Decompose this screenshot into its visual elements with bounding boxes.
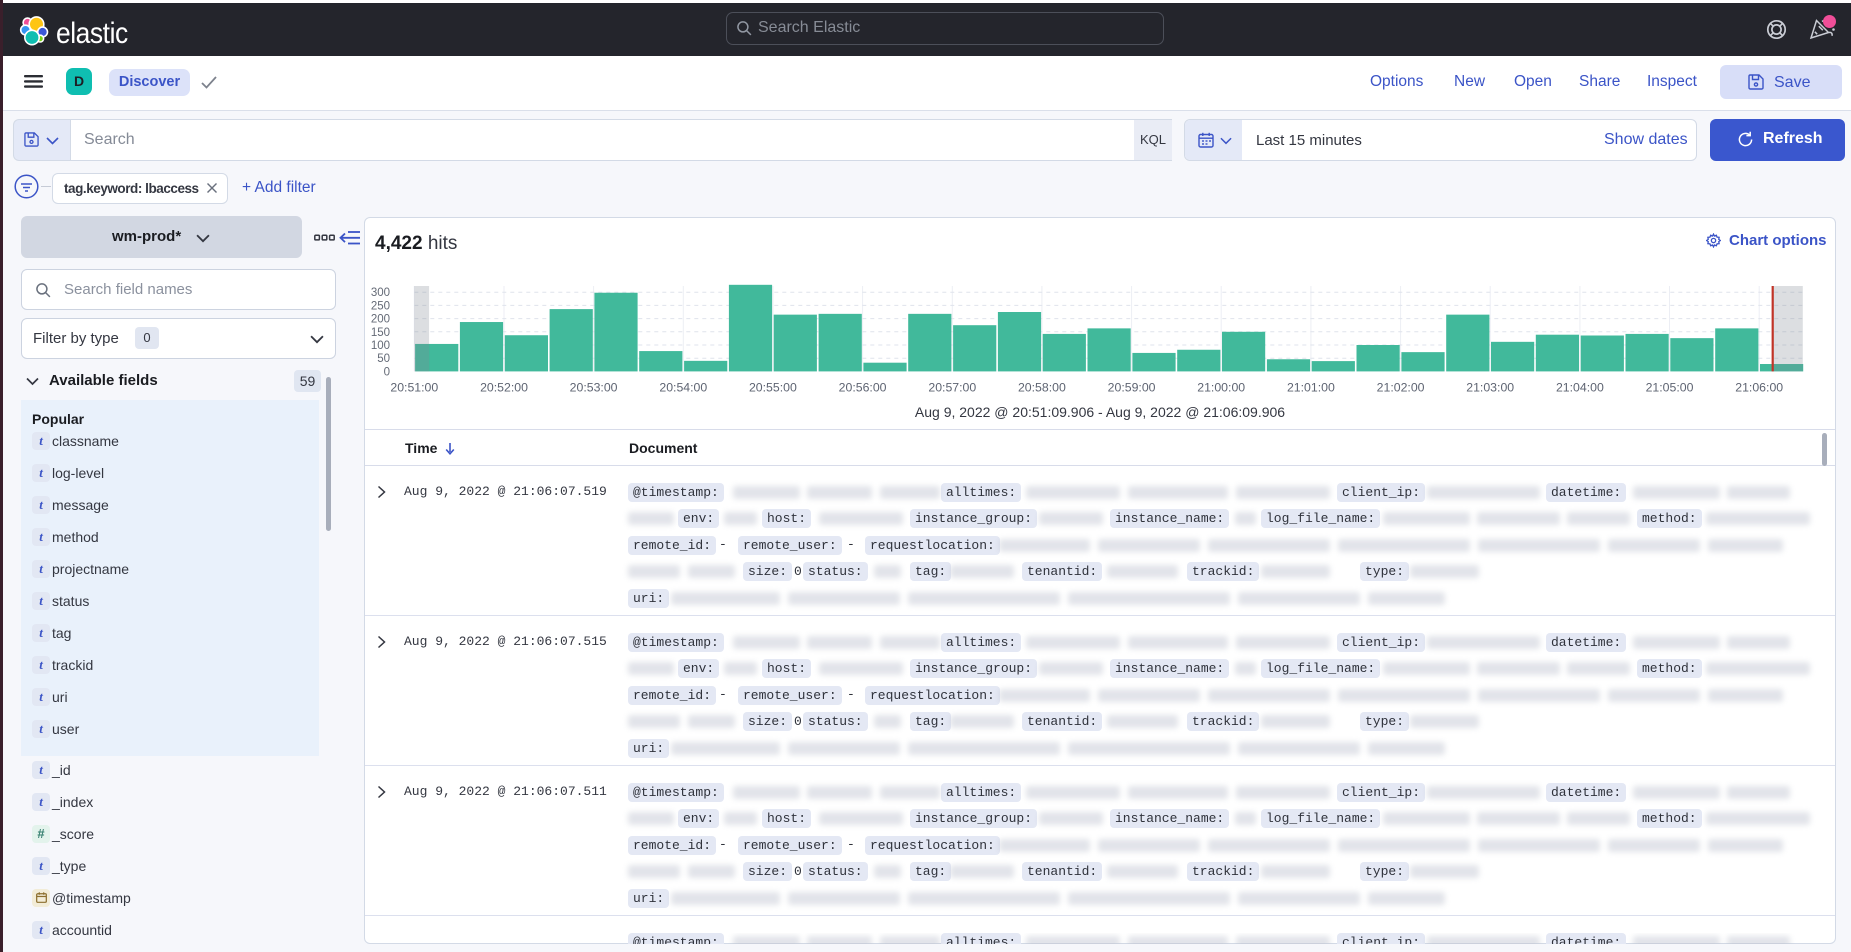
svg-text:21:01:00: 21:01:00	[1287, 381, 1335, 395]
svg-text:21:03:00: 21:03:00	[1466, 381, 1514, 395]
svg-text:200: 200	[371, 314, 390, 326]
svg-text:20:55:00: 20:55:00	[749, 381, 797, 395]
svg-text:20:54:00: 20:54:00	[659, 381, 707, 395]
svg-text:20:58:00: 20:58:00	[1018, 381, 1066, 395]
svg-text:20:53:00: 20:53:00	[570, 381, 618, 395]
svg-text:100: 100	[371, 340, 390, 352]
svg-text:20:52:00: 20:52:00	[480, 381, 528, 395]
svg-text:20:59:00: 20:59:00	[1108, 381, 1156, 395]
svg-text:300: 300	[371, 287, 390, 299]
svg-text:250: 250	[371, 300, 390, 312]
svg-text:21:02:00: 21:02:00	[1377, 381, 1425, 395]
svg-text:21:00:00: 21:00:00	[1197, 381, 1245, 395]
svg-text:20:57:00: 20:57:00	[928, 381, 976, 395]
svg-text:20:51:00: 20:51:00	[390, 381, 438, 395]
svg-text:50: 50	[377, 353, 390, 365]
svg-text:21:04:00: 21:04:00	[1556, 381, 1604, 395]
svg-text:150: 150	[371, 327, 390, 339]
svg-text:0: 0	[384, 366, 390, 378]
svg-text:21:06:00: 21:06:00	[1735, 381, 1783, 395]
svg-text:20:56:00: 20:56:00	[839, 381, 887, 395]
svg-text:21:05:00: 21:05:00	[1646, 381, 1694, 395]
